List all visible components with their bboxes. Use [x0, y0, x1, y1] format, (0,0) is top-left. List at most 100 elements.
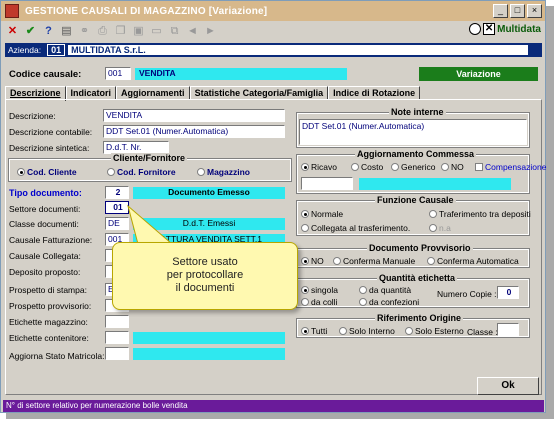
commessa-input[interactable]	[301, 177, 353, 190]
prospetto-stampa-label: Prospetto di stampa:	[9, 285, 87, 295]
codice-causale-name: VENDITA	[135, 68, 347, 80]
radio-no-commessa[interactable]: NO	[441, 162, 464, 172]
aggiorna-stato-label: Aggiorna Stato Matricola:	[9, 351, 105, 361]
radio-label: Cod. Fornitore	[117, 167, 176, 177]
radio-dot	[17, 168, 25, 176]
aggiorna-stato-input[interactable]	[105, 347, 129, 360]
radio-da-confezioni[interactable]: da confezioni	[359, 297, 419, 307]
etichette-cont-input[interactable]	[105, 331, 129, 344]
radio-dot	[301, 224, 309, 232]
tipo-documento-label: Tipo documento:	[9, 188, 82, 198]
settore-label: Settore documenti:	[9, 204, 81, 214]
radio-cod-fornitore[interactable]: Cod. Fornitore	[107, 167, 176, 177]
azienda-code: 01	[47, 44, 66, 56]
checkbox-box	[475, 163, 483, 171]
numero-copie-label: Numero Copie :	[437, 289, 497, 299]
cliente-fornitore-title: Cliente/Fornitore	[111, 153, 188, 163]
radio-tutti[interactable]: Tutti	[301, 326, 327, 336]
radio-label: Magazzino	[207, 167, 250, 177]
radio-conferma-automatica[interactable]: Conferma Automatica	[427, 256, 519, 266]
etichette-mag-input[interactable]	[105, 315, 129, 328]
last-icon[interactable]: ►	[204, 25, 217, 38]
radio-dot	[405, 327, 413, 335]
radio-cod-cliente[interactable]: Cod. Cliente	[17, 167, 77, 177]
funzione-title: Funzione Causale	[375, 195, 456, 205]
radio-label: Solo Esterno	[415, 326, 464, 336]
multidata-logo: ✕ Multidata	[469, 23, 541, 35]
radio-solo-esterno[interactable]: Solo Esterno	[405, 326, 464, 336]
desc-contabile-input[interactable]: DDT Set.01 (Numer.Automatica)	[103, 125, 285, 138]
radio-dot	[301, 327, 309, 335]
radio-costo[interactable]: Costo	[351, 162, 383, 172]
radio-dot	[339, 327, 347, 335]
print-icon[interactable]: ⎙	[96, 25, 109, 38]
maximize-button[interactable]: □	[510, 4, 525, 18]
radio-dot	[391, 163, 399, 171]
attach-icon[interactable]: ⧉	[168, 25, 181, 38]
codice-causale-input[interactable]: 001	[105, 67, 131, 80]
first-icon[interactable]: ◄	[186, 25, 199, 38]
radio-label: NO	[311, 256, 324, 266]
radio-dot	[301, 210, 309, 218]
radio-label: da confezioni	[369, 297, 420, 307]
tab-bar: Descrizione Indicatori Aggiornamenti Sta…	[5, 86, 542, 101]
cancel-icon[interactable]: ✕	[6, 25, 19, 38]
note-input[interactable]: DDT Set.01 (Numer.Automatica)	[299, 119, 527, 145]
aggiornamento-title: Aggiornamento Commessa	[355, 149, 477, 159]
copy-icon[interactable]: ❐	[114, 25, 127, 38]
radio-label: n.a	[439, 223, 451, 233]
rif-origine-title: Riferimento Origine	[375, 313, 464, 323]
radio-label: Normale	[311, 209, 344, 219]
main-window: GESTIONE CAUSALI DI MAGAZZINO [Variazion…	[0, 0, 546, 413]
numero-copie-input[interactable]: 0	[497, 286, 519, 299]
etichette-cont-label: Etichette contenitore:	[9, 333, 89, 343]
radio-label: NO	[451, 162, 464, 172]
qta-etichetta-title: Quantità etichetta	[377, 273, 458, 283]
ok-button[interactable]: Ok	[477, 377, 539, 395]
radio-conferma-manuale[interactable]: Conferma Manuale	[333, 256, 415, 266]
confirm-icon[interactable]: ✔	[24, 25, 37, 38]
minimize-button[interactable]: _	[493, 4, 508, 18]
settore-input[interactable]: 01	[105, 201, 129, 214]
aggiorna-stato-desc	[133, 348, 285, 360]
radio-da-colli[interactable]: da colli	[301, 297, 337, 307]
radio-da-quantita[interactable]: da quantità	[359, 285, 411, 295]
tab-statistiche[interactable]: Statistiche Categoria/Famiglia	[189, 86, 329, 100]
radio-dot	[197, 168, 205, 176]
status-bar: N° di settore relativo per numerazione b…	[3, 400, 544, 412]
radio-na[interactable]: n.a	[429, 223, 451, 233]
radio-traferimento[interactable]: Traferimento tra depositi	[429, 209, 531, 219]
azienda-bar: Azienda: 01 MULTIDATA S.r.L.	[5, 43, 542, 57]
tipo-documento-input[interactable]: 2	[105, 186, 129, 199]
radio-collegata[interactable]: Collegata al trasferimento.	[301, 223, 410, 233]
tab-indicatori[interactable]: Indicatori	[65, 86, 117, 100]
callout-text: Settore usato per protocollare il docume…	[112, 256, 298, 295]
desc-sintetica-label: Descrizione sintetica:	[9, 143, 90, 153]
tab-aggiornamenti[interactable]: Aggiornamenti	[116, 86, 190, 100]
radio-dot	[429, 224, 437, 232]
radio-dot	[441, 163, 449, 171]
doc-icon[interactable]: ▭	[150, 25, 163, 38]
binoculars-icon[interactable]: ⚭	[78, 25, 91, 38]
close-button[interactable]: ×	[527, 4, 542, 18]
classe-input[interactable]: DE	[105, 217, 129, 230]
radio-singola[interactable]: singola	[301, 285, 338, 295]
radio-provv-no[interactable]: NO	[301, 256, 324, 266]
checkbox-compensazione[interactable]: Compensazione	[475, 162, 546, 172]
classe-origine-input[interactable]	[497, 323, 519, 336]
descrizione-input[interactable]: VENDITA	[103, 109, 285, 122]
paste-icon[interactable]: ▣	[132, 25, 145, 38]
tab-indice-rotazione[interactable]: Indice di Rotazione	[328, 86, 421, 100]
radio-label: Costo	[361, 162, 384, 172]
radio-ricavo[interactable]: Ricavo	[301, 162, 337, 172]
radio-normale[interactable]: Normale	[301, 209, 343, 219]
radio-magazzino[interactable]: Magazzino	[197, 167, 250, 177]
radio-label: da quantità	[369, 285, 412, 295]
logo-text: Multidata	[497, 23, 541, 35]
radio-solo-interno[interactable]: Solo Interno	[339, 326, 395, 336]
book-icon[interactable]: ▤	[60, 25, 73, 38]
help-icon[interactable]: ?	[42, 25, 55, 38]
radio-generico[interactable]: Generico	[391, 162, 436, 172]
causale-fatt-label: Causale Fatturazione:	[9, 235, 93, 245]
doc-provv-title: Documento Provvisorio	[367, 243, 473, 253]
